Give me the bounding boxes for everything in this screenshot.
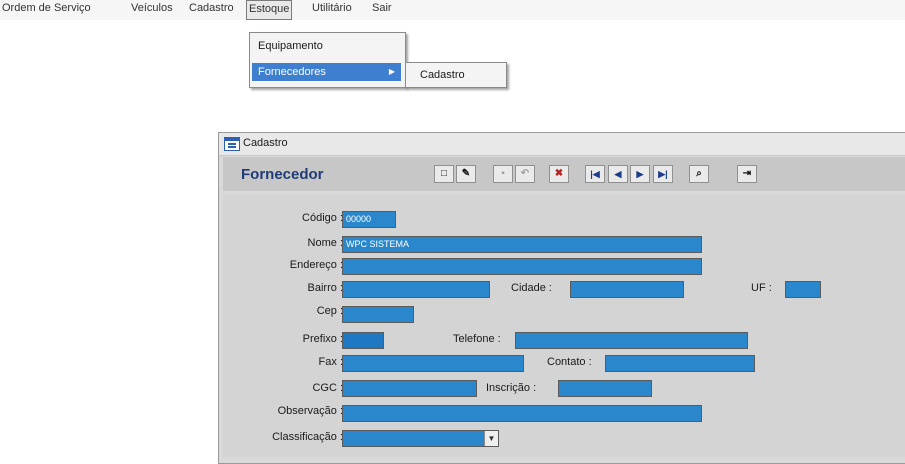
cidade-input[interactable] bbox=[570, 281, 684, 298]
menu-sair[interactable]: Sair bbox=[372, 0, 392, 18]
new-record-button[interactable]: □ bbox=[434, 165, 454, 183]
menu-veiculos[interactable]: Veículos bbox=[131, 0, 173, 18]
label-cidade: Cidade : bbox=[511, 282, 552, 294]
search-icon: ⌕ bbox=[696, 168, 702, 179]
label-cgc: CGC : bbox=[312, 382, 343, 394]
prefixo-input[interactable] bbox=[342, 332, 384, 349]
label-telefone: Telefone : bbox=[453, 333, 501, 345]
fornecedores-submenu: Cadastro bbox=[405, 62, 507, 88]
undo-icon: ↶ bbox=[520, 168, 530, 179]
next-record-icon: ▶ bbox=[636, 169, 644, 179]
menu-cadastro[interactable]: Cadastro bbox=[189, 0, 234, 18]
uf-input[interactable] bbox=[785, 281, 821, 298]
save-icon: ▪ bbox=[501, 168, 505, 179]
fax-input[interactable] bbox=[342, 355, 524, 372]
edit-record-button[interactable]: ✎ bbox=[456, 165, 476, 183]
menu-ordem-de-servico[interactable]: Ordem de Serviço bbox=[2, 0, 91, 18]
menu-item-cadastro[interactable]: Cadastro bbox=[420, 66, 465, 84]
label-cep: Cep : bbox=[316, 305, 343, 317]
nome-input[interactable]: WPC SISTEMA bbox=[342, 236, 702, 253]
form-heading: Fornecedor bbox=[241, 166, 324, 183]
inscricao-input[interactable] bbox=[558, 380, 652, 397]
menu-estoque[interactable]: Estoque bbox=[246, 0, 293, 20]
label-contato: Contato : bbox=[547, 356, 592, 368]
first-record-icon: |◀ bbox=[590, 169, 600, 179]
cep-input[interactable] bbox=[342, 306, 414, 323]
label-endereco: Endereço : bbox=[289, 259, 343, 271]
cadastro-window: Cadastro Fornecedor □ ✎ ▪ ↶ ✖ |◀ ◀ ▶ ▶| … bbox=[218, 132, 905, 464]
search-button[interactable]: ⌕ bbox=[689, 165, 709, 183]
window-title: Cadastro bbox=[243, 137, 288, 149]
window-form-icon bbox=[224, 137, 240, 151]
next-record-button[interactable]: ▶ bbox=[630, 165, 650, 183]
label-prefixo: Prefixo : bbox=[302, 333, 343, 345]
previous-record-button[interactable]: ◀ bbox=[608, 165, 628, 183]
window-titlebar: Cadastro bbox=[219, 133, 905, 156]
menu-item-fornecedores-label: Fornecedores bbox=[258, 66, 326, 78]
new-icon: □ bbox=[440, 168, 448, 179]
label-fax: Fax : bbox=[318, 356, 343, 368]
previous-record-icon: ◀ bbox=[614, 169, 622, 179]
last-record-icon: ▶| bbox=[658, 169, 668, 179]
estoque-dropdown: Equipamento Fornecedores ▶ bbox=[249, 32, 406, 88]
classificacao-select[interactable]: ▼ bbox=[342, 430, 499, 447]
edit-icon: ✎ bbox=[461, 168, 471, 179]
undo-button[interactable]: ↶ bbox=[515, 165, 535, 183]
menu-item-fornecedores[interactable]: Fornecedores ▶ bbox=[252, 63, 401, 81]
exit-button[interactable]: ⇥ bbox=[737, 165, 757, 183]
chevron-down-icon[interactable]: ▼ bbox=[484, 431, 498, 446]
contato-input[interactable] bbox=[605, 355, 755, 372]
save-record-button[interactable]: ▪ bbox=[493, 165, 513, 183]
menu-bar: Ordem de Serviço Veículos Cadastro Estoq… bbox=[0, 0, 905, 20]
delete-icon: ✖ bbox=[554, 168, 564, 179]
bairro-input[interactable] bbox=[342, 281, 490, 298]
cgc-input[interactable] bbox=[342, 380, 477, 397]
label-bairro: Bairro : bbox=[307, 282, 343, 294]
delete-record-button[interactable]: ✖ bbox=[549, 165, 569, 183]
label-inscricao: Inscrição : bbox=[486, 382, 537, 394]
last-record-button[interactable]: ▶| bbox=[653, 165, 673, 183]
telefone-input[interactable] bbox=[515, 332, 748, 349]
submenu-arrow-icon: ▶ bbox=[388, 67, 395, 76]
label-uf: UF : bbox=[751, 282, 772, 294]
endereco-input[interactable] bbox=[342, 258, 702, 275]
label-nome: Nome : bbox=[307, 237, 343, 249]
exit-icon: ⇥ bbox=[742, 168, 752, 179]
menu-utilitario[interactable]: Utilitário bbox=[312, 0, 352, 18]
observacao-input[interactable] bbox=[342, 405, 702, 422]
label-observacao: Observação : bbox=[277, 405, 343, 417]
label-codigo: Código : bbox=[302, 212, 343, 224]
menu-item-equipamento[interactable]: Equipamento bbox=[258, 37, 398, 55]
codigo-input[interactable]: 00000 bbox=[342, 211, 396, 228]
label-classificacao: Classificação : bbox=[272, 431, 343, 443]
first-record-button[interactable]: |◀ bbox=[585, 165, 605, 183]
